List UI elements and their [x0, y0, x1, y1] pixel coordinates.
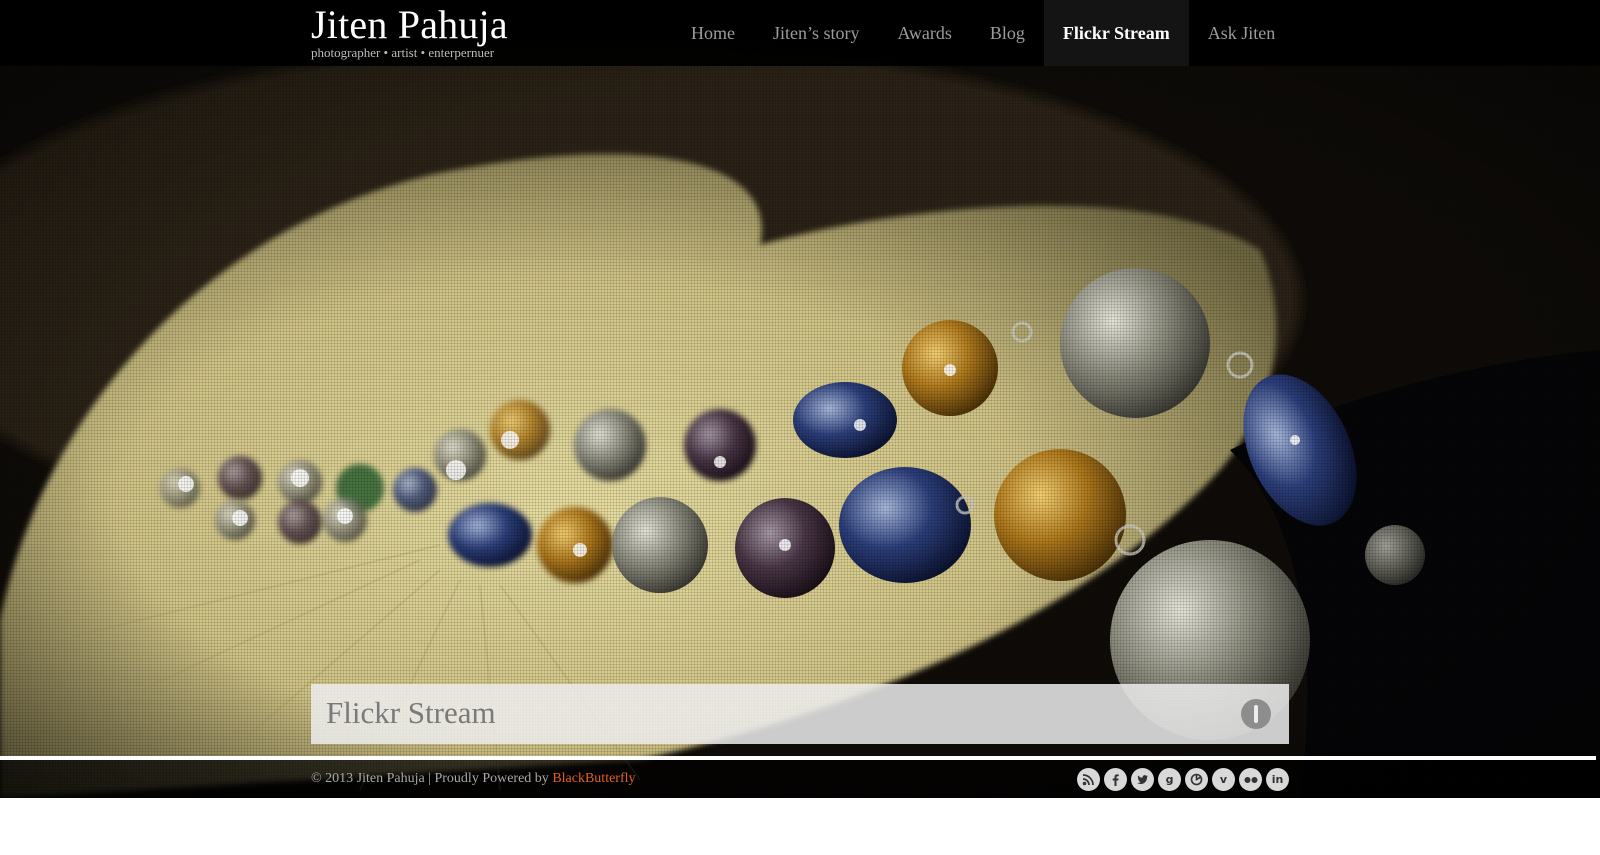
linkedin-icon[interactable]: in: [1266, 768, 1289, 791]
social-links: g v in: [1077, 768, 1289, 791]
copyright: © 2013 Jiten Pahuja | Proudly Powered by…: [311, 770, 636, 788]
site-footer: © 2013 Jiten Pahuja | Proudly Powered by…: [0, 760, 1600, 798]
facebook-icon[interactable]: [1104, 768, 1127, 791]
copyright-text: © 2013 Jiten Pahuja | Proudly Powered by: [311, 771, 553, 786]
hero-background-photo: [0, 0, 1600, 798]
nav-item-jitens-story[interactable]: Jiten’s story: [754, 0, 879, 66]
nav-item-awards[interactable]: Awards: [879, 0, 971, 66]
vimeo-icon[interactable]: v: [1212, 768, 1235, 791]
slide-caption-bar: Flickr Stream: [311, 684, 1289, 744]
slide-caption-title: Flickr Stream: [326, 695, 496, 730]
info-icon[interactable]: [1241, 699, 1271, 729]
twitter-icon[interactable]: [1131, 768, 1154, 791]
nav-item-flickr-stream[interactable]: Flickr Stream: [1043, 0, 1189, 66]
bracelet-photo: [0, 0, 1600, 798]
site-title[interactable]: Jiten Pahuja: [311, 3, 508, 47]
picasa-icon[interactable]: [1185, 768, 1208, 791]
nav-item-ask-jiten[interactable]: Ask Jiten: [1189, 0, 1295, 66]
site-header: Jiten Pahuja photographer • artist • ent…: [0, 0, 1600, 66]
flickr-icon[interactable]: [1239, 768, 1262, 791]
google-plus-icon[interactable]: g: [1158, 768, 1181, 791]
powered-by-link[interactable]: BlackButterfly: [552, 771, 635, 786]
rss-icon[interactable]: [1077, 768, 1100, 791]
main-nav: Home Jiten’s story Awards Blog Flickr St…: [672, 0, 1294, 66]
nav-item-blog[interactable]: Blog: [971, 0, 1044, 66]
nav-item-home[interactable]: Home: [672, 0, 754, 66]
brand[interactable]: Jiten Pahuja photographer • artist • ent…: [311, 3, 508, 60]
site-tagline: photographer • artist • enterpernuer: [311, 45, 495, 60]
